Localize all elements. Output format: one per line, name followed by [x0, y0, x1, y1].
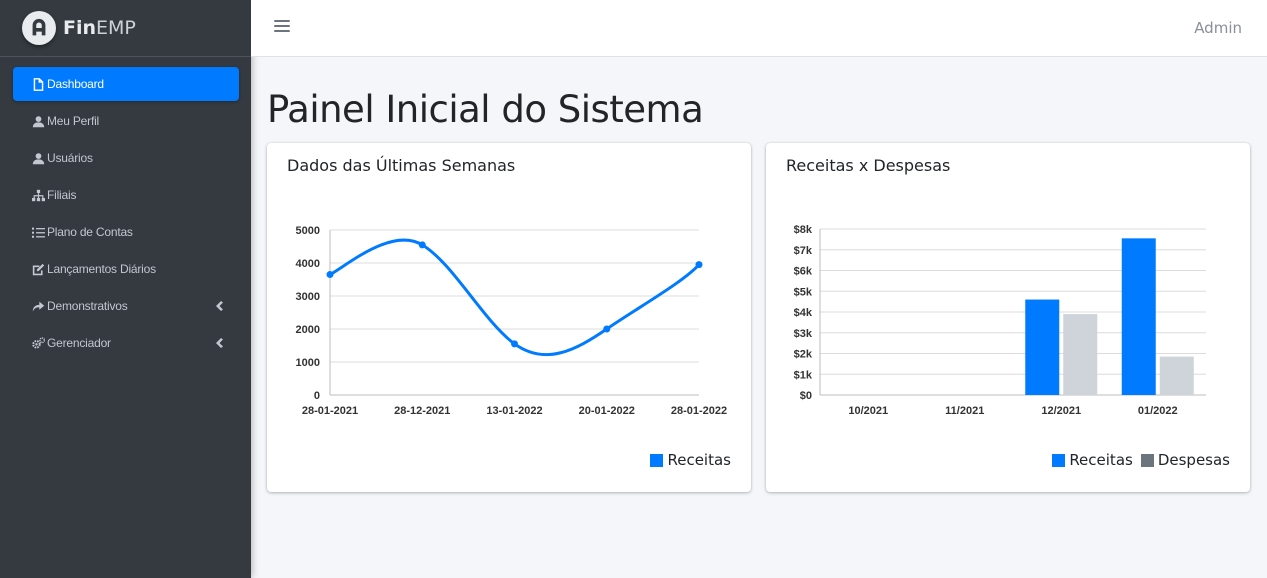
file-icon: [31, 77, 45, 91]
y-tick-label: $2k: [794, 349, 813, 361]
y-tick-label: 0: [314, 390, 320, 402]
legend-label: Receitas: [667, 451, 731, 469]
x-tick-label: 13-01-2022: [486, 405, 542, 417]
legend-swatch: [1140, 453, 1154, 467]
data-point: [695, 261, 703, 269]
chevron-left-icon: [215, 338, 225, 348]
y-tick-label: $1k: [794, 369, 813, 381]
x-tick-label: 11/2021: [945, 405, 984, 417]
bar-despesas: [1159, 356, 1194, 395]
sidebar-item-label: Plano de Contas: [47, 225, 133, 239]
data-point: [418, 241, 426, 249]
menu-toggle-icon[interactable]: [274, 20, 290, 36]
line-chart: 0 1000 2000 3000 4000 5000 28-01-2021 28-12-202…: [296, 225, 728, 417]
series-line-receitas: [329, 238, 701, 357]
brand[interactable]: FinEMP: [0, 0, 251, 57]
legend-label: Despesas: [1157, 451, 1230, 469]
bar-despesas: [1063, 314, 1098, 395]
edit-icon: [31, 262, 45, 276]
y-tick-label: 1000: [296, 357, 320, 369]
bar-chart: $0 $1k $2k $3k $4k $5k $6k $7k $8k 10/2021 11/2021…: [794, 224, 1206, 417]
sidebar-nav: Dashboard Meu Perfil Usuários Filiais Plano …: [0, 57, 251, 360]
page-title: Painel Inicial do Sistema: [267, 88, 704, 131]
sidebar-item-label: Meu Perfil: [47, 114, 100, 128]
legend-swatch: [650, 453, 664, 467]
weekly-data-card: Dados das Últimas Semanas 0 1000 2000 3000 4…: [267, 143, 751, 492]
brand-logo-icon: [22, 11, 56, 45]
y-tick-label: $3k: [794, 328, 813, 340]
sidebar: FinEMP Dashboard Meu Perfil Usuários Filiai…: [0, 0, 251, 578]
data-point: [326, 271, 334, 279]
data-point: [603, 325, 611, 333]
x-tick-label: 12/2021: [1041, 405, 1081, 417]
sitemap-icon: [31, 188, 45, 202]
sidebar-item-label: Dashboard: [47, 77, 104, 91]
share-icon: [31, 299, 45, 313]
y-tick-label: $6k: [794, 266, 813, 278]
sidebar-item-label: Filiais: [47, 188, 77, 202]
x-tick-label: 28-01-2022: [671, 405, 727, 417]
x-tick-label: 28-01-2021: [302, 405, 358, 417]
y-tick-label: $5k: [794, 286, 813, 298]
legend-item-receitas[interactable]: Receitas: [650, 451, 731, 469]
sidebar-item-plano-de-contas[interactable]: Plano de Contas: [13, 215, 239, 249]
x-tick-label: 20-01-2022: [579, 405, 635, 417]
sidebar-item-meu-perfil[interactable]: Meu Perfil: [13, 104, 239, 138]
legend-item-receitas[interactable]: Receitas: [1052, 451, 1133, 469]
legend-swatch: [1052, 453, 1066, 467]
user-icon: [31, 114, 45, 128]
sidebar-item-demonstrativos[interactable]: Demonstrativos: [13, 289, 239, 323]
sidebar-item-label: Lançamentos Diários: [47, 262, 156, 276]
y-tick-label: $4k: [794, 307, 813, 319]
line-chart-legend: Receitas: [642, 451, 731, 469]
sidebar-item-filiais[interactable]: Filiais: [13, 178, 239, 212]
bar-chart-legend: Receitas Despesas: [1044, 451, 1230, 469]
user-icon: [31, 151, 45, 165]
y-tick-label: $7k: [794, 245, 813, 257]
user-menu[interactable]: Admin: [1194, 19, 1242, 37]
legend-label: Receitas: [1069, 451, 1133, 469]
list-icon: [31, 225, 45, 239]
legend-item-despesas[interactable]: Despesas: [1140, 451, 1230, 469]
sidebar-item-label: Demonstrativos: [47, 299, 128, 313]
x-tick-label: 10/2021: [848, 405, 888, 417]
y-tick-label: 5000: [296, 225, 320, 237]
data-point: [511, 340, 518, 348]
y-tick-label: 3000: [296, 291, 320, 303]
sidebar-item-lan-amentos-di-rios[interactable]: Lançamentos Diários: [13, 252, 239, 286]
bar-receitas: [1121, 238, 1156, 395]
sidebar-item-label: Gerenciador: [47, 336, 111, 350]
sidebar-item-gerenciador[interactable]: Gerenciador: [13, 326, 239, 360]
x-tick-label: 28-12-2021: [394, 405, 450, 417]
chevron-left-icon: [215, 301, 225, 311]
sidebar-item-label: Usuários: [47, 151, 93, 165]
sidebar-item-dashboard[interactable]: Dashboard: [13, 67, 239, 101]
y-tick-label: 2000: [296, 324, 320, 336]
top-navbar: Admin: [251, 0, 1267, 57]
y-tick-label: $0: [800, 390, 812, 402]
sidebar-item-usu-rios[interactable]: Usuários: [13, 141, 239, 175]
income-expense-card: Receitas x Despesas $0 $1k $2k $3k $4k $5k $6k…: [766, 143, 1250, 492]
x-tick-label: 01/2022: [1138, 405, 1178, 417]
brand-name: FinEMP: [63, 17, 136, 39]
cogs-icon: [31, 336, 45, 350]
y-tick-label: 4000: [296, 258, 320, 270]
bar-receitas: [1025, 299, 1060, 395]
y-tick-label: $8k: [794, 224, 813, 236]
